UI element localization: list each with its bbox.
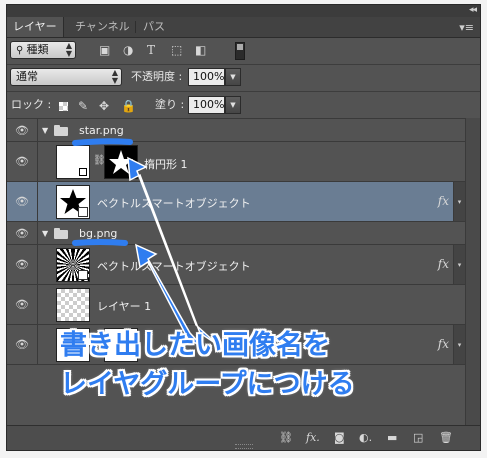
new-layer-icon[interactable]: ◲ (413, 431, 423, 444)
layer-name: 楕円形 1 (144, 158, 188, 171)
fill-slider-button[interactable]: ▼ (225, 96, 241, 114)
filter-kind-dropdown[interactable]: ⚲ 種類 ▲ ▼ (10, 41, 76, 59)
sunburst-thumbnail (56, 248, 90, 282)
layer-name: レイヤー 1 (97, 300, 152, 313)
vector-mask-thumbnail (104, 145, 138, 179)
updown-arrows-icon: ▲ ▼ (111, 68, 118, 85)
tab-layers[interactable]: レイヤー (7, 17, 64, 37)
blend-mode-value: 通常 (16, 70, 38, 83)
tab-paths[interactable]: パス (137, 17, 171, 37)
layer-name: bg.png (79, 227, 118, 240)
panel-bottom-bar: ⛓ fx. ◙ ◐. ▬ ◲ 🗑 (7, 425, 480, 450)
layer-group-bg[interactable]: 👁 ▼ bg.png (7, 221, 465, 245)
eye-icon[interactable]: 👁 (7, 227, 37, 240)
star-shape-icon (109, 150, 133, 174)
add-mask-icon[interactable]: ◙ (334, 431, 345, 444)
fill-label: 塗り : (155, 98, 185, 111)
expand-effects-icon[interactable]: ▾ (453, 182, 465, 222)
folder-icon (54, 228, 68, 239)
disclosure-triangle-icon[interactable]: ▼ (42, 229, 48, 238)
disclosure-triangle-icon[interactable]: ▼ (42, 126, 48, 135)
lock-all-icon[interactable]: 🔒 (121, 99, 136, 113)
eye-column-divider (37, 182, 38, 222)
eye-column-divider (37, 142, 38, 182)
layer-name: ベクトルスマートオブジェクト (97, 197, 251, 210)
adjustment-filter-icon[interactable]: ◑ (123, 43, 133, 57)
filter-toggle[interactable] (235, 42, 245, 60)
expand-effects-icon[interactable]: ▾ (453, 245, 465, 285)
filter-kind-label: 種類 (26, 43, 49, 56)
smart-object-filter-icon[interactable]: ◧ (195, 43, 206, 57)
smart-object-badge-icon (78, 270, 88, 280)
expand-effects-icon[interactable]: ▾ (453, 325, 465, 365)
lock-row: ロック : ✎ ✥ 🔒 塗り : 100% ▼ (7, 92, 480, 119)
layer-thumbnail (56, 185, 90, 219)
panel-top-strip: ◂◂ (7, 5, 480, 17)
eye-icon[interactable]: 👁 (7, 195, 37, 208)
updown-arrows-icon: ▲ ▼ (65, 41, 72, 58)
opacity-label: 不透明度 : (131, 70, 183, 83)
layer-name: star.png (79, 124, 124, 137)
eye-icon[interactable]: 👁 (7, 155, 37, 168)
eye-icon[interactable]: 👁 (7, 298, 37, 311)
panel-menu-icon[interactable]: ▾≡ (459, 21, 474, 34)
blend-row: 通常 ▲ ▼ 不透明度 : 100% ▼ (7, 65, 480, 92)
opacity-slider-button[interactable]: ▼ (225, 68, 241, 86)
fill-field[interactable]: 100% (188, 96, 225, 114)
layers-scrollbar[interactable] (465, 118, 480, 425)
folder-icon (54, 125, 68, 136)
trash-icon[interactable]: 🗑 (439, 431, 453, 444)
eye-column-divider (37, 222, 38, 245)
fx-icon[interactable]: fx (438, 194, 449, 208)
eye-icon[interactable]: 👁 (7, 258, 37, 271)
filter-row: ⚲ 種類 ▲ ▼ ▣ ◑ T ⬚ ◧ (7, 38, 480, 65)
resize-grip[interactable] (235, 444, 253, 449)
type-filter-icon[interactable]: T (147, 43, 155, 57)
layer-name: ベクトルスマートオブジェクト (97, 260, 251, 273)
lock-label: ロック : (11, 98, 52, 111)
link-layers-icon[interactable]: ⛓ (279, 431, 293, 444)
lock-paint-icon[interactable]: ✎ (78, 99, 88, 113)
eye-column-divider (37, 245, 38, 285)
eye-column-divider (37, 119, 38, 142)
layer-smart-object-star[interactable]: 👁 ベクトルスマートオブジェクト fx ▾ (7, 181, 465, 222)
eye-icon[interactable]: 👁 (7, 124, 37, 137)
lock-transparent-icon[interactable] (59, 102, 68, 111)
fx-icon[interactable]: fx (438, 337, 449, 351)
layer-smart-object-sunburst[interactable]: 👁 ベクトルスマートオブジェクト fx ▾ (7, 244, 465, 285)
new-fill-adjustment-icon[interactable]: ◐. (359, 431, 372, 444)
layer-group-star[interactable]: 👁 ▼ star.png (7, 118, 465, 142)
layer-ellipse[interactable]: 👁 ⛓ 楕円形 1 (7, 141, 465, 182)
new-group-icon[interactable]: ▬ (387, 431, 397, 444)
blend-mode-dropdown[interactable]: 通常 ▲ ▼ (10, 68, 122, 86)
layer-1[interactable]: 👁 レイヤー 1 (7, 284, 465, 325)
fx-icon[interactable]: fx (438, 257, 449, 271)
transparent-thumbnail (56, 288, 90, 322)
annotation-caption-line1: 書き出したい画像名を (60, 330, 330, 361)
vector-badge-icon (79, 168, 87, 176)
eye-icon[interactable]: 👁 (7, 338, 37, 351)
add-style-icon[interactable]: fx. (306, 431, 320, 444)
eye-column-divider (37, 285, 38, 325)
tab-separator (135, 21, 136, 33)
layer-thumbnail (56, 145, 90, 179)
tab-channels[interactable]: チャンネル (69, 17, 136, 37)
image-filter-icon[interactable]: ▣ (99, 43, 110, 57)
panel-tab-bar: レイヤー チャンネル パス ▾≡ (7, 17, 480, 38)
lock-move-icon[interactable]: ✥ (99, 99, 109, 113)
annotation-caption-line2: レイヤグループにつける (60, 369, 355, 400)
collapse-panel-icon[interactable]: ◂◂ (469, 5, 477, 16)
opacity-field[interactable]: 100% (188, 68, 225, 86)
shape-filter-icon[interactable]: ⬚ (171, 43, 182, 57)
eye-column-divider (37, 325, 38, 365)
smart-object-badge-icon (78, 207, 88, 217)
search-icon: ⚲ (16, 45, 27, 56)
